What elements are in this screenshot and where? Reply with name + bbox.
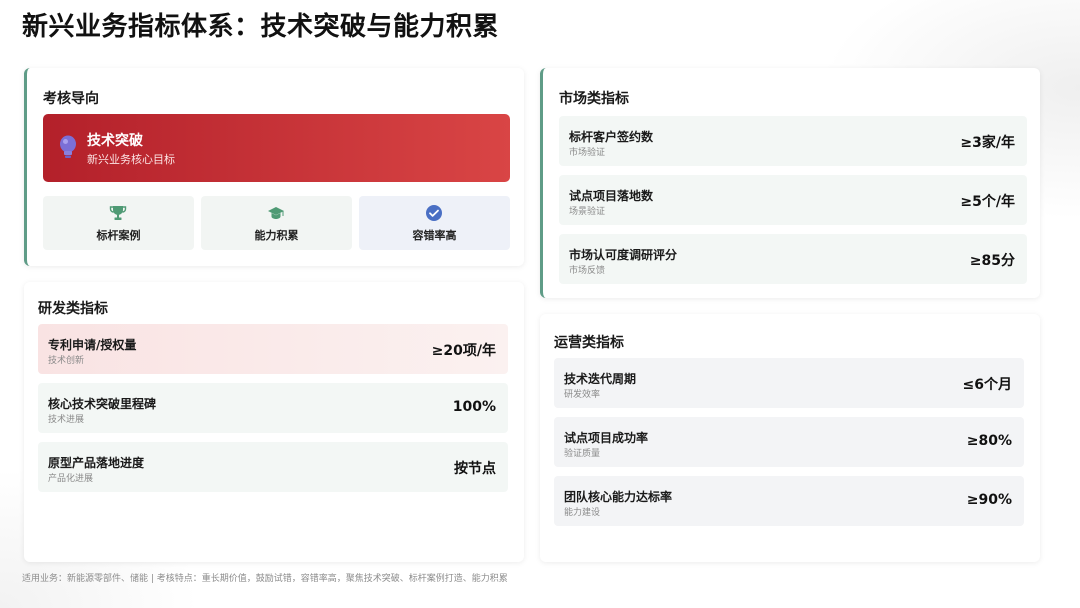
metric-label: 技术迭代周期 <box>564 372 637 386</box>
metric-label: 试点项目落地数 <box>569 189 654 203</box>
metric-target: 按节点 <box>454 461 496 477</box>
hero-label: 技术突破 <box>87 133 143 149</box>
metric-label: 核心技术突破里程碑 <box>48 397 157 411</box>
rd-title: 研发类指标 <box>38 301 108 317</box>
metric-target: ≥85分 <box>969 253 1015 269</box>
rd-indicators-card: 研发类指标 专利申请/授权量 技术创新 ≥20项/年 核心技术突破里程碑 技术进… <box>24 282 524 562</box>
metric-label: 原型产品落地进度 <box>48 456 145 470</box>
metric-category: 能力建设 <box>564 508 601 518</box>
metric-category: 验证质量 <box>564 449 601 459</box>
page-title: 新兴业务指标体系：技术突破与能力积累 <box>22 12 500 42</box>
graduation-cap-icon <box>268 207 284 219</box>
tile-label: 能力积累 <box>254 229 299 242</box>
footer-note: 适用业务：新能源零部件、储能 | 考核特点：重长期价值，鼓励试错，容错率高，聚焦… <box>22 574 508 584</box>
metric-category: 市场反馈 <box>569 266 606 276</box>
metric-row: 试点项目落地数 场景验证 ≥5个/年 <box>559 175 1027 225</box>
metric-category: 研发效率 <box>564 390 601 400</box>
metric-target: 100% <box>452 399 496 415</box>
metric-category: 产品化进展 <box>48 474 94 484</box>
metric-row: 市场认可度调研评分 市场反馈 ≥85分 <box>559 234 1027 284</box>
metric-target: ≥80% <box>966 433 1012 449</box>
assessment-title: 考核导向 <box>43 91 99 107</box>
tile-label: 标杆案例 <box>96 229 141 242</box>
tile-benchmark-case: 标杆案例 <box>43 196 194 250</box>
tile-capability: 能力积累 <box>201 196 352 250</box>
metric-label: 试点项目成功率 <box>564 431 649 445</box>
metric-target: ≥3家/年 <box>960 135 1015 151</box>
metric-label: 市场认可度调研评分 <box>569 248 678 262</box>
check-circle-icon <box>426 205 442 221</box>
metric-category: 技术进展 <box>48 415 85 425</box>
metric-label: 专利申请/授权量 <box>48 338 137 352</box>
metric-label: 团队核心能力达标率 <box>564 490 673 504</box>
hero-subtitle: 新兴业务核心目标 <box>87 153 175 166</box>
metric-row: 标杆客户签约数 市场验证 ≥3家/年 <box>559 116 1027 166</box>
lightbulb-icon <box>60 135 76 158</box>
metric-category: 技术创新 <box>48 356 85 366</box>
metric-row: 原型产品落地进度 产品化进展 按节点 <box>38 442 508 492</box>
metric-category: 场景验证 <box>569 207 606 217</box>
metric-target: ≤6个月 <box>962 377 1012 393</box>
metric-category: 市场验证 <box>569 148 606 158</box>
tile-label: 容错率高 <box>412 229 457 242</box>
metric-target: ≥5个/年 <box>960 194 1015 210</box>
assessment-card: 考核导向 技术突破 新兴业务核心目标 标杆案例 能力积累 容错率高 <box>24 68 524 266</box>
tile-error-tolerance: 容错率高 <box>359 196 510 250</box>
metric-target: ≥20项/年 <box>431 343 496 359</box>
metric-row: 核心技术突破里程碑 技术进展 100% <box>38 383 508 433</box>
metric-row: 技术迭代周期 研发效率 ≤6个月 <box>554 358 1024 408</box>
trophy-icon <box>109 206 127 220</box>
market-title: 市场类指标 <box>559 91 629 107</box>
metric-row: 团队核心能力达标率 能力建设 ≥90% <box>554 476 1024 526</box>
market-indicators-card: 市场类指标 标杆客户签约数 市场验证 ≥3家/年 试点项目落地数 场景验证 ≥5… <box>540 68 1040 298</box>
metric-row: 专利申请/授权量 技术创新 ≥20项/年 <box>38 324 508 374</box>
hero-banner: 技术突破 新兴业务核心目标 <box>43 114 510 182</box>
metric-row: 试点项目成功率 验证质量 ≥80% <box>554 417 1024 467</box>
ops-indicators-card: 运营类指标 技术迭代周期 研发效率 ≤6个月 试点项目成功率 验证质量 ≥80%… <box>540 314 1040 562</box>
metric-label: 标杆客户签约数 <box>569 130 654 144</box>
metric-target: ≥90% <box>966 492 1012 508</box>
ops-title: 运营类指标 <box>554 335 624 351</box>
